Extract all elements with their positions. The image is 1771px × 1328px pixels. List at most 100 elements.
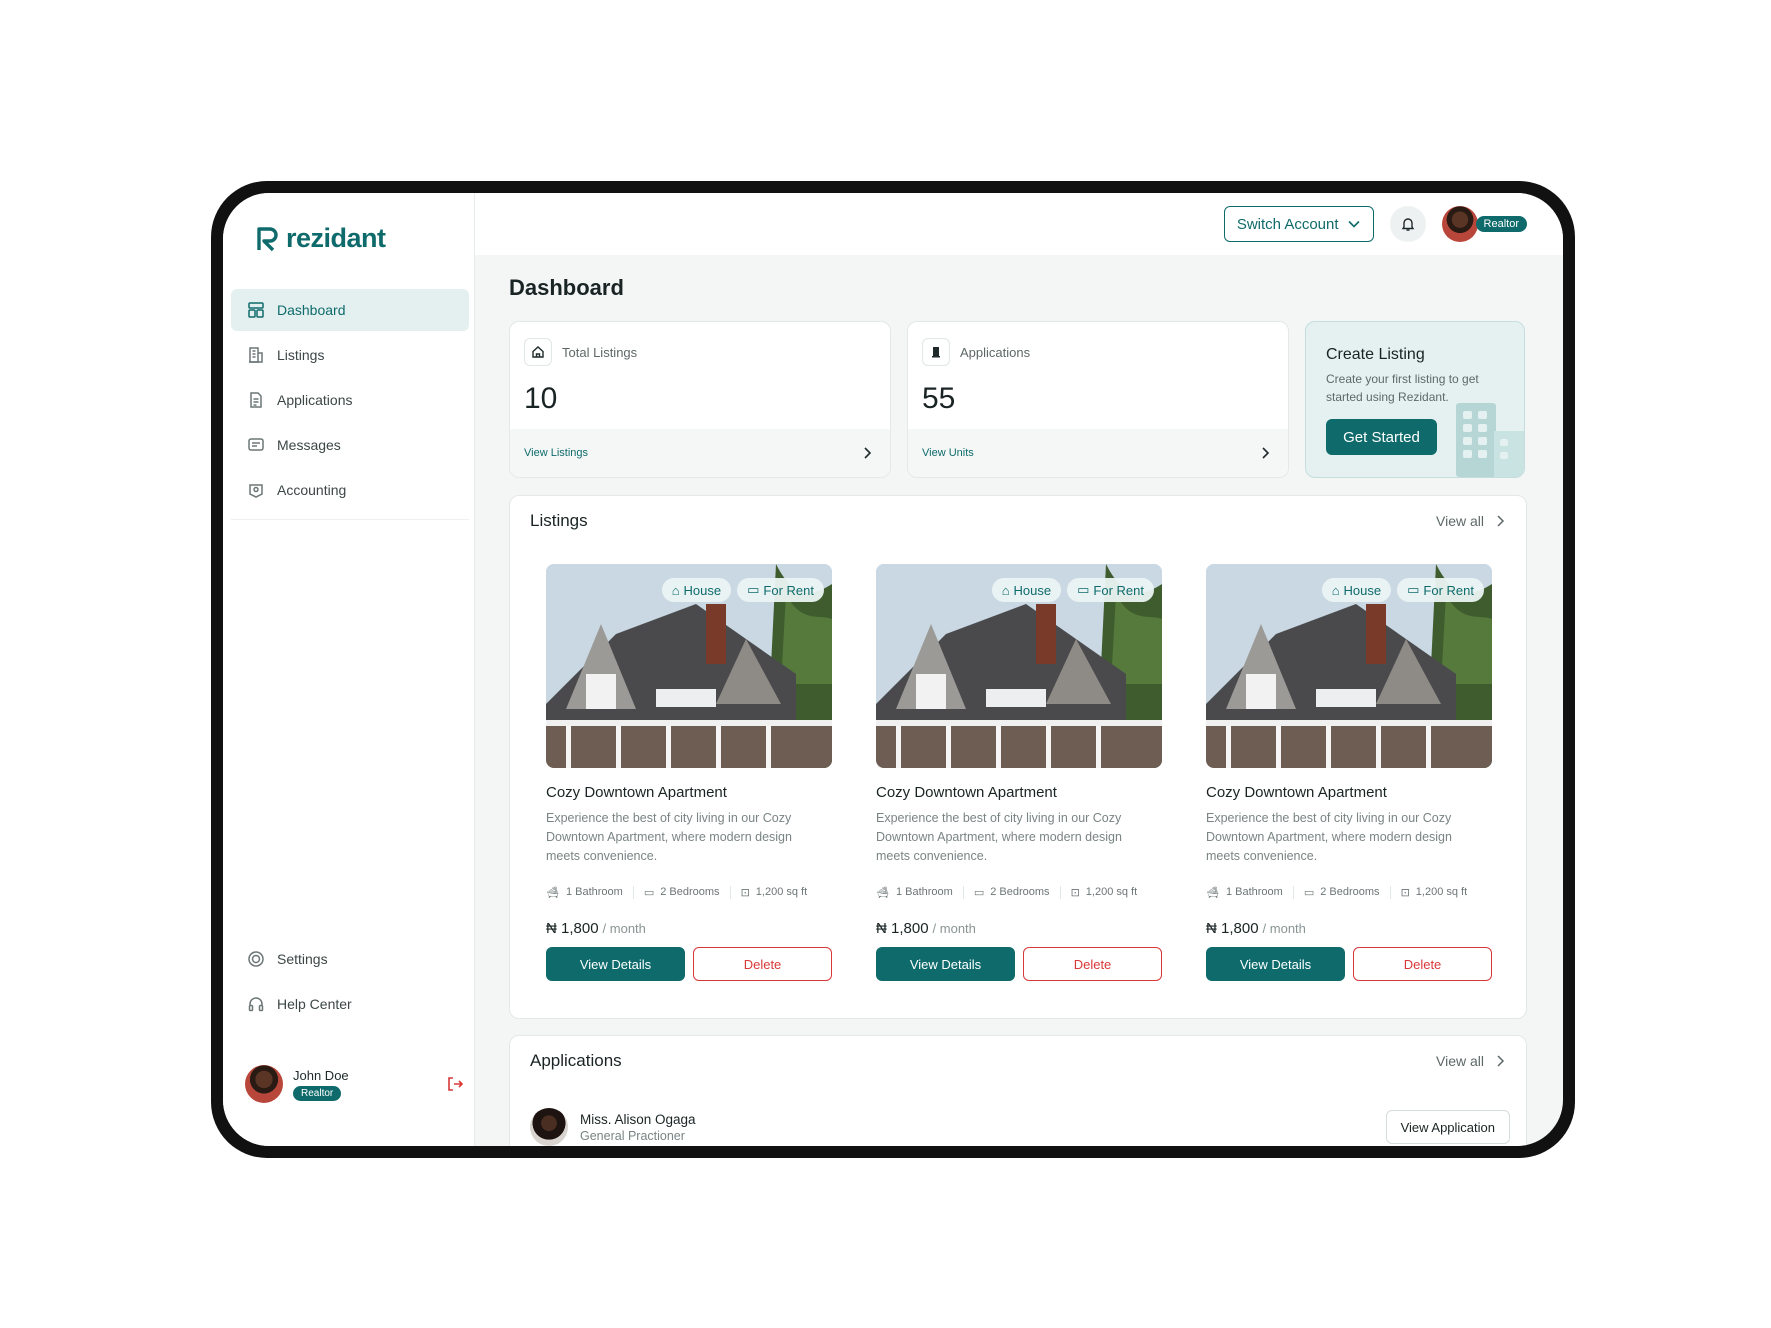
listings-section: Listings View all ⌂ House ▭ For Rent Coz… [509, 495, 1527, 1019]
listing-photo[interactable]: ⌂ House ▭ For Rent [1206, 564, 1492, 768]
listing-specs: 🛁︎ 1 Bathroom ▭ 2 Bedrooms ⊡ 1,200 sq ft [1206, 880, 1492, 904]
get-started-button[interactable]: Get Started [1326, 419, 1437, 455]
sidebar-item-applications[interactable]: Applications [231, 379, 469, 421]
listing-status-tag: ▭ For Rent [737, 578, 824, 602]
spec-bathrooms: 🛁︎ 1 Bathroom [1206, 885, 1294, 899]
applications-header: Applications View all [510, 1036, 1526, 1086]
sidebar-item-label: Settings [277, 951, 328, 967]
price-value: ₦ 1,800 [1206, 920, 1259, 937]
delete-button[interactable]: Delete [693, 947, 832, 981]
view-application-button[interactable]: View Application [1385, 1110, 1510, 1144]
avatar [1441, 206, 1478, 242]
cash-icon: ▭ [1407, 582, 1420, 597]
view-details-button[interactable]: View Details [546, 947, 685, 981]
spec-label: 2 Bedrooms [990, 886, 1050, 898]
view-listings-link[interactable]: View Listings [510, 429, 890, 477]
listing-description: Experience the best of city living in ou… [1206, 811, 1452, 863]
building-icon [249, 347, 263, 363]
listing-tags: ⌂ House ▭ For Rent [991, 578, 1154, 602]
applicant-info: Miss. Alison Ogaga General Practioner [580, 1112, 696, 1143]
sidebar-divider [231, 519, 469, 520]
listings-view-all-link[interactable]: View all [1436, 513, 1506, 529]
profile-info: John Doe Realtor [293, 1068, 349, 1101]
profile-name: John Doe [293, 1067, 349, 1083]
sidebar-item-help-center[interactable]: Help Center [231, 983, 469, 1025]
role-badge: Realtor [1475, 216, 1527, 232]
listings-header: Listings View all [510, 496, 1526, 546]
home-icon [524, 338, 552, 366]
spec-area: ⊡ 1,200 sq ft [1401, 886, 1468, 899]
listing-status-tag: ▭ For Rent [1397, 578, 1484, 602]
document-icon [250, 392, 262, 408]
area-icon: ⊡ [740, 886, 750, 899]
avatar [530, 1108, 568, 1146]
listing-status-tag: ▭ For Rent [1067, 578, 1154, 602]
delete-button[interactable]: Delete [1353, 947, 1492, 981]
listing-photo[interactable]: ⌂ House ▭ For Rent [546, 564, 832, 768]
sidebar-item-label: Listings [277, 347, 325, 363]
sidebar: rezidant Dashboard Listings Applications… [223, 193, 475, 1146]
switch-account-button[interactable]: Switch Account [1223, 206, 1374, 242]
message-icon [248, 438, 264, 451]
listing-specs: 🛁︎ 1 Bathroom ▭ 2 Bedrooms ⊡ 1,200 sq ft [546, 880, 832, 904]
spec-label: 1,200 sq ft [1415, 886, 1468, 898]
spec-bathrooms: 🛁︎ 1 Bathroom [876, 885, 964, 899]
listing-card: ⌂ House ▭ For Rent Cozy Downtown Apartment… [876, 564, 1162, 981]
spec-label: 1 Bathroom [1225, 886, 1283, 898]
switch-account-label: Switch Account [1236, 215, 1339, 233]
logo[interactable]: rezidant [256, 223, 386, 254]
price-unit: / month [932, 921, 976, 936]
logout-icon[interactable] [445, 1074, 465, 1094]
building-illustration-icon [1456, 403, 1524, 477]
wallet-icon [249, 484, 263, 498]
stat-card-total-listings: Total Listings 10 View Listings [509, 321, 891, 478]
cash-icon: ▭ [1077, 582, 1090, 597]
sidebar-item-dashboard[interactable]: Dashboard [231, 289, 469, 331]
main-content: Switch Account Realtor Dashboard Total L… [475, 193, 1563, 1146]
app-screen: rezidant Dashboard Listings Applications… [223, 193, 1563, 1146]
chevron-down-icon [1347, 220, 1360, 228]
sidebar-item-messages[interactable]: Messages [231, 424, 469, 466]
bed-icon: ▭ [973, 886, 985, 899]
listing-price: ₦ 1,800/ month [546, 920, 832, 937]
listing-card: ⌂ House ▭ For Rent Cozy Downtown Apartment… [546, 564, 832, 981]
user-menu[interactable]: Realtor [1441, 206, 1527, 242]
price-value: ₦ 1,800 [876, 920, 929, 937]
applications-view-all-link[interactable]: View all [1436, 1053, 1506, 1069]
listing-specs: 🛁︎ 1 Bathroom ▭ 2 Bedrooms ⊡ 1,200 sq ft [876, 880, 1162, 904]
listing-tags: ⌂ House ▭ For Rent [1321, 578, 1484, 602]
notifications-button[interactable] [1389, 206, 1426, 242]
sidebar-item-listings[interactable]: Listings [231, 334, 469, 376]
sidebar-bottom-nav: Settings Help Center [231, 938, 469, 1028]
listing-photo[interactable]: ⌂ House ▭ For Rent [876, 564, 1162, 768]
create-listing-title: Create Listing [1326, 346, 1425, 363]
spec-bedrooms: ▭ 2 Bedrooms [643, 885, 731, 899]
bathtub-icon: 🛁︎ [546, 886, 560, 899]
area-icon: ⊡ [1400, 886, 1410, 899]
sidebar-item-settings[interactable]: Settings [231, 938, 469, 980]
bell-icon [1401, 218, 1414, 231]
view-details-button[interactable]: View Details [1206, 947, 1345, 981]
spec-area: ⊡ 1,200 sq ft [1071, 886, 1138, 899]
stat-header: Applications [922, 338, 1030, 366]
sidebar-item-accounting[interactable]: Accounting [231, 469, 469, 511]
logo-mark-icon [257, 226, 278, 251]
tag-label: House [1343, 582, 1382, 598]
property-type-tag: ⌂ House [991, 578, 1062, 602]
view-details-button[interactable]: View Details [876, 947, 1015, 981]
door-icon [922, 338, 950, 366]
view-all-label: View all [1436, 513, 1484, 529]
listing-description: Experience the best of city living in ou… [876, 811, 1122, 863]
spec-label: 2 Bedrooms [660, 886, 720, 898]
avatar[interactable] [245, 1065, 283, 1103]
gear-icon [248, 951, 264, 967]
bed-icon: ▭ [643, 886, 655, 899]
delete-button[interactable]: Delete [1023, 947, 1162, 981]
sidebar-item-label: Messages [277, 437, 341, 453]
tag-label: For Rent [1093, 582, 1144, 598]
chevron-right-icon [864, 447, 872, 459]
view-units-link[interactable]: View Units [908, 429, 1288, 477]
listing-actions: View Details Delete [546, 947, 832, 981]
price-unit: / month [602, 921, 646, 936]
stat-card-applications: Applications 55 View Units [907, 321, 1289, 478]
